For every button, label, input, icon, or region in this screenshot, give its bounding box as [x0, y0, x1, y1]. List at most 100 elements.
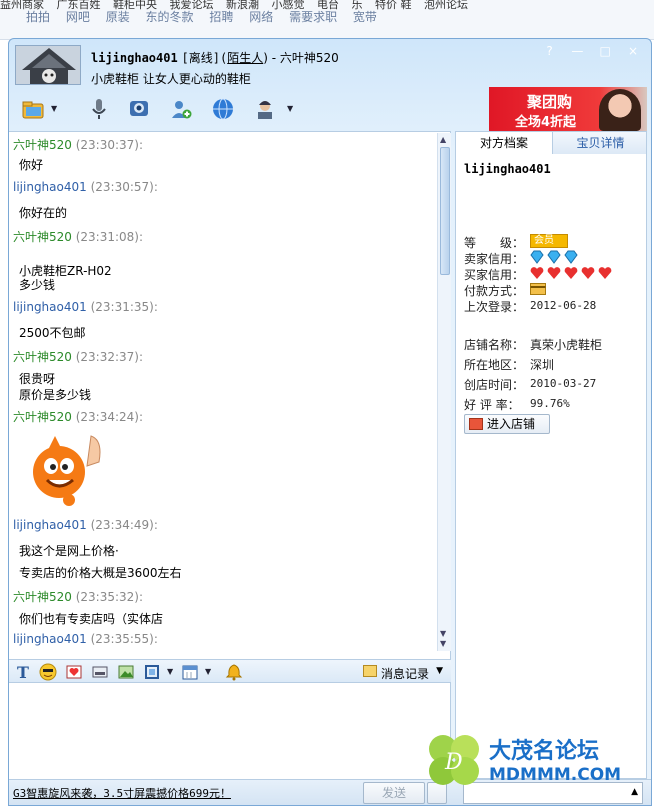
message-sender: lijinghao401	[13, 180, 87, 194]
folder-icon[interactable]	[21, 97, 45, 121]
message-time: (23:30:37):	[75, 138, 144, 152]
chevron-down-icon[interactable]: ▼	[436, 666, 443, 676]
title-suffix: ) - 六叶神520	[263, 51, 339, 65]
last-login-value: 2012-06-28	[530, 299, 597, 312]
nav-link[interactable]: 招聘	[209, 10, 233, 24]
promo-banner[interactable]: 聚团购 全场4折起	[489, 87, 647, 131]
shop-name-label: 店铺名称：	[464, 338, 525, 352]
chevron-down-icon[interactable]: ▼	[287, 105, 295, 113]
magic-emoticon-icon[interactable]	[65, 663, 83, 681]
seller-credit-label: 卖家信用：	[464, 252, 525, 266]
forum-watermark: D 大茂名论坛 MDMMM.COM	[423, 729, 651, 805]
fav-link[interactable]: 益州商家	[0, 0, 44, 10]
svg-text:D: D	[444, 750, 463, 775]
rating-label: 好 评 率：	[464, 398, 520, 412]
minimize-button[interactable]: —	[565, 43, 589, 59]
nav-link[interactable]: 网络	[249, 10, 273, 24]
message-history-button[interactable]: 消息记录	[381, 665, 429, 682]
webcam-icon[interactable]	[127, 97, 151, 121]
message-header: lijinghao401 (23:35:55):	[13, 632, 158, 646]
fav-link[interactable]: 泡州论坛	[424, 0, 468, 10]
member-badge: 会员	[530, 234, 568, 248]
nav-link[interactable]: 东的冬款	[146, 10, 194, 24]
chevron-down-icon[interactable]: ▼	[51, 105, 59, 113]
fav-link[interactable]: 电台	[317, 0, 339, 10]
font-icon[interactable]: T	[15, 663, 33, 681]
calendar-icon[interactable]	[181, 663, 199, 681]
help-button[interactable]: ?	[538, 43, 562, 59]
microphone-icon[interactable]	[87, 97, 111, 121]
capture-icon[interactable]	[143, 663, 161, 681]
promo-link[interactable]: G3智惠旋风来袭，3.5寸屏震撼价格699元！	[13, 785, 231, 801]
fav-link[interactable]: 广东百姓	[57, 0, 101, 10]
add-contact-icon[interactable]	[169, 97, 193, 121]
chat-scrollbar[interactable]: ▲ ▼ ▼	[437, 133, 451, 651]
chevron-down-icon[interactable]: ▼	[205, 668, 213, 676]
shop-icon	[469, 418, 483, 430]
message-time: (23:34:24):	[75, 410, 144, 424]
region-label: 所在地区：	[464, 358, 525, 372]
close-button[interactable]: ×	[621, 43, 645, 59]
seller-name: lijinghao401	[464, 162, 551, 176]
tab-contact-profile[interactable]: 对方档案	[456, 132, 552, 154]
tab-item-details[interactable]: 宝贝详情	[552, 132, 646, 154]
fav-link[interactable]: 特价 鞋	[375, 0, 412, 10]
nav-link[interactable]: 网吧	[66, 10, 90, 24]
emoji-icon[interactable]	[39, 663, 57, 681]
message-sender: 六叶神520	[13, 230, 72, 244]
level-label: 等 级：	[464, 236, 525, 250]
message-time: (23:31:35):	[90, 300, 158, 314]
svg-text:T: T	[17, 663, 29, 681]
globe-icon[interactable]	[211, 97, 235, 121]
screenshot-icon[interactable]	[91, 663, 109, 681]
chat-window: lijinghao401 [离线](陌生人) - 六叶神520 小虎鞋柜 让女人…	[8, 38, 652, 806]
stranger-link[interactable]: 陌生人	[227, 51, 263, 65]
bell-icon[interactable]	[225, 663, 243, 681]
message-text: 很贵呀	[19, 372, 56, 386]
nav-link[interactable]: 拍拍	[26, 10, 50, 24]
fav-link[interactable]: 小感觉	[272, 0, 305, 10]
message-header: 六叶神520 (23:32:37):	[13, 348, 143, 365]
message-history[interactable]: 六叶神520 (23:30:37): 你好 lijinghao401 (23:3…	[9, 131, 451, 663]
scroll-end-icon[interactable]: ▼	[440, 639, 446, 648]
message-text: 我这个是网上价格·	[19, 544, 119, 558]
customer-service-icon[interactable]	[253, 97, 277, 121]
contact-title: lijinghao401 [离线](陌生人) - 六叶神520	[91, 49, 339, 66]
message-header: 六叶神520 (23:35:32):	[13, 588, 143, 605]
enter-shop-button[interactable]: 进入店铺	[464, 414, 550, 434]
ad-subline: 全场4折起	[515, 115, 577, 130]
contact-name: lijinghao401	[91, 51, 178, 65]
message-text: 专卖店的价格大概是3600左右	[19, 566, 182, 580]
scroll-up-icon[interactable]: ▲	[440, 135, 446, 144]
message-time: (23:34:49):	[90, 518, 158, 532]
avatar[interactable]	[15, 45, 81, 85]
message-header: 六叶神520 (23:31:08):	[13, 228, 143, 245]
fav-link[interactable]: 鞋柜中央	[113, 0, 157, 10]
nav-link[interactable]: 原装	[106, 10, 130, 24]
history-icon[interactable]	[363, 665, 377, 677]
message-sender: 六叶神520	[13, 138, 72, 152]
message-sender: 六叶神520	[13, 590, 72, 604]
fav-link[interactable]: 我爱论坛	[170, 0, 214, 10]
rating-value: 99.76%	[530, 397, 570, 410]
fav-link[interactable]: 新浪潮	[226, 0, 259, 10]
image-icon[interactable]	[117, 663, 135, 681]
scroll-down-icon[interactable]: ▼	[440, 629, 446, 638]
fav-link[interactable]: 乐	[352, 0, 363, 10]
buyer-credit-label: 买家信用：	[464, 268, 525, 282]
nav-link[interactable]: 宽带	[353, 10, 377, 24]
message-text: 2500不包邮	[19, 326, 86, 340]
credit-card-icon	[530, 283, 546, 295]
browser-favorites-bar: 益州商家 广东百姓 鞋柜中央 我爱论坛 新浪潮 小感觉 电台 乐 特价 鞋 泡州…	[0, 0, 654, 10]
nav-link[interactable]: 需要求职	[289, 10, 337, 24]
member-badge-text: 会员	[534, 235, 554, 246]
send-button[interactable]: 发送	[363, 782, 425, 804]
browser-background: 益州商家 广东百姓 鞋柜中央 我爱论坛 新浪潮 小感觉 电台 乐 特价 鞋 泡州…	[0, 0, 654, 40]
enter-shop-label: 进入店铺	[487, 417, 536, 431]
scrollbar-thumb[interactable]	[440, 147, 450, 275]
maximize-button[interactable]: □	[593, 43, 617, 59]
message-header: lijinghao401 (23:34:49):	[13, 518, 158, 532]
message-input[interactable]	[9, 683, 451, 779]
message-time: (23:30:57):	[90, 180, 158, 194]
chevron-down-icon[interactable]: ▼	[167, 668, 175, 676]
